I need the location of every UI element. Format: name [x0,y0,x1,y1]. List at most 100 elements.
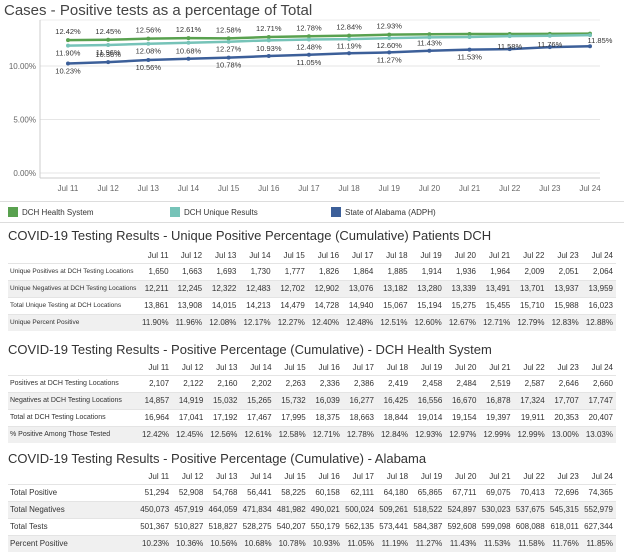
table-cell: 450,073 [138,500,173,518]
table-cell: 524,897 [445,500,480,518]
data-point [146,58,151,63]
table-cell: 2,458 [411,374,446,392]
table-cell: 12,902 [307,279,343,297]
table-cell: 15,710 [513,296,548,314]
table-cell: 12.17% [239,313,274,331]
data-point [387,36,392,41]
table-cell: 12.78% [342,425,377,443]
table-cell: 12.45% [172,425,207,443]
column-header: Jul 20 [455,471,477,481]
table-cell: 16,277 [342,391,377,409]
table-cell: 13,280 [410,279,445,297]
data-point [66,61,70,66]
column-header: Jul 24 [591,471,613,481]
row-label: Total at DCH Testing Locations [8,408,138,426]
data-label: 12.56% [136,26,162,35]
table-cell: 17,324 [513,391,548,409]
table-cell: 13,182 [376,279,411,297]
data-label: 12.61% [176,25,202,34]
column-header: Jul 19 [420,362,443,372]
table-cell: 13,701 [513,279,548,297]
table-cell: 12.99% [479,425,514,443]
table-cell: 12.56% [206,425,241,443]
data-point [306,52,311,57]
table-cell: 11.85% [581,534,616,552]
column-header: Jul 21 [488,250,511,260]
table-cell: 1,914 [410,262,445,280]
y-tick-label: 10.00% [9,62,36,71]
data-label: 11.19% [337,41,362,50]
table-cell: 13,937 [547,279,582,297]
table-cell: 2,202 [240,374,275,392]
legend-swatch [8,207,18,217]
table-cell: 18,844 [376,408,412,426]
table-cell: 2,587 [513,374,548,392]
data-point [146,36,151,41]
data-label: 12.84% [336,23,362,32]
table-cell: 54,768 [206,483,241,501]
chart-legend: DCH Health System DCH Unique Results Sta… [0,201,624,223]
data-label: 11.53% [457,53,482,62]
table-cell: 457,919 [172,500,207,518]
column-header: Jul 21 [489,471,511,481]
table-cell: 62,111 [342,483,377,501]
table-cell: 11.43% [445,534,480,552]
table-cell: 15,032 [206,391,241,409]
data-label: 11.27% [377,55,402,64]
table-cell: 528,275 [240,517,275,535]
table-cell: 13,339 [444,279,479,297]
table-cell: 1,885 [376,262,411,280]
table-cell: 12,483 [239,279,274,297]
table-cell: 69,075 [479,483,514,501]
table-cell: 20,407 [581,408,616,426]
table-cell: 10.56% [206,534,241,552]
legend-item-dch-unique-results[interactable]: DCH Unique Results [170,207,258,217]
legend-item-state-of-alabama[interactable]: State of Alabama (ADPH) [331,207,436,217]
table-cell: 2,263 [274,374,309,392]
column-header: Jul 13 [216,362,238,372]
data-label: 12.42% [55,27,81,36]
table-cell: 12.08% [205,313,240,331]
data-point [106,37,111,42]
data-label: 10.93% [256,44,282,53]
table-cell: 14,479 [273,296,308,314]
row-label: Total Positive [8,483,138,501]
table-cell: 501,367 [138,517,173,535]
table-cell: 2,009 [513,262,548,280]
row-label: Unique Percent Positive [8,313,138,331]
data-label: 10.23% [55,67,81,76]
table-cell: 19,911 [513,408,548,426]
table-cell: 12,211 [138,279,172,297]
x-tick-label: Jul 15 [218,184,240,193]
table-cell: 2,122 [172,374,207,392]
table-cell: 16,670 [445,391,480,409]
data-point [266,54,271,59]
table-cell: 471,834 [240,500,275,518]
table-cell: 12.40% [307,313,343,331]
data-label: 12.78% [296,23,322,32]
table-cell: 13.03% [581,425,616,443]
legend-item-dch-health-system[interactable]: DCH Health System [8,207,94,217]
table-cell: 16,556 [411,391,446,409]
table-cell: 70,413 [513,483,548,501]
table-cell: 500,024 [342,500,377,518]
column-header: Jul 18 [386,362,409,372]
column-header: Jul 12 [180,250,203,260]
data-point [387,50,392,55]
data-point [146,41,151,46]
x-tick-label: Jul 24 [579,184,601,193]
data-label: 12.45% [95,27,121,36]
table3-title: COVID-19 Testing Results - Positive Perc… [8,451,427,466]
table-row: Total Positive 51,294 52,908 54,768 56,441 58… [8,483,616,501]
legend-swatch [170,207,180,217]
data-label: 10.68% [176,47,202,56]
table-cell: 12.97% [445,425,480,443]
column-header: Jul 19 [420,471,443,481]
table-cell: 509,261 [376,500,412,518]
table-row: % Positive Among Those Tested 12.42% 12.45… [8,425,616,443]
table-cell: 627,344 [581,517,616,535]
data-point [226,55,231,60]
x-tick-label: Jul 11 [58,184,79,193]
data-point [66,38,70,43]
table-cell: 10.36% [172,534,207,552]
